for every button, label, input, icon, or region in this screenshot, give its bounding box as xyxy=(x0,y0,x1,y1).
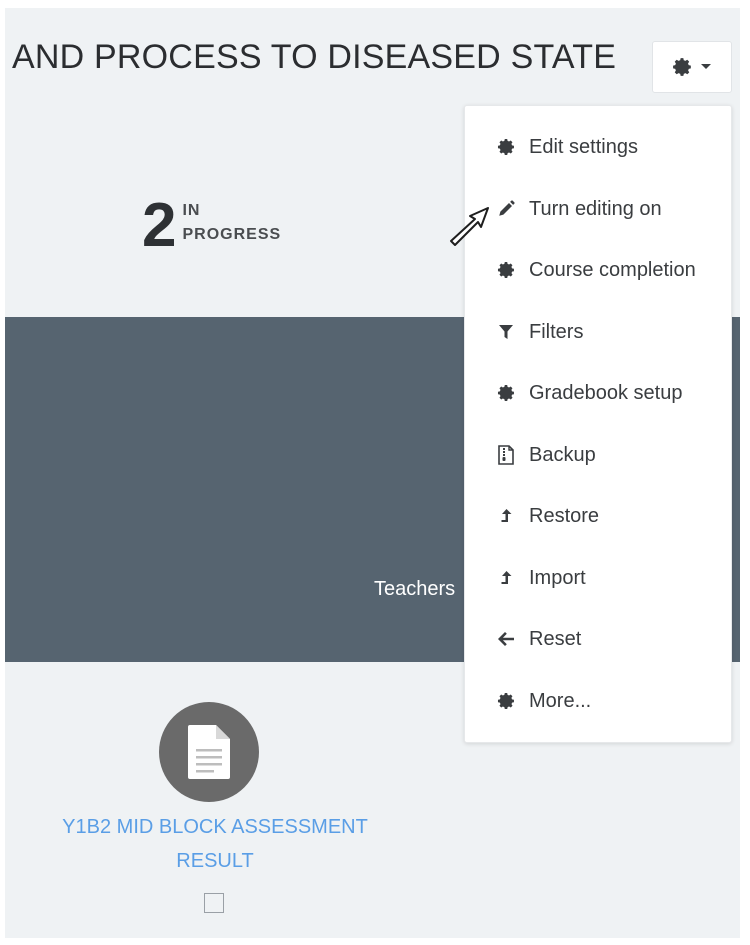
menu-item-reset[interactable]: Reset xyxy=(495,624,581,654)
in-progress-label-line2: PROGRESS xyxy=(182,226,282,243)
menu-item-backup[interactable]: Backup xyxy=(495,440,596,470)
file-archive-icon xyxy=(495,444,517,466)
menu-item-course-completion[interactable]: Course completion xyxy=(495,255,696,285)
gear-icon xyxy=(672,57,692,77)
completion-checkbox[interactable] xyxy=(204,893,224,913)
menu-item-label: Turn editing on xyxy=(529,197,662,220)
menu-item-label: Edit settings xyxy=(529,135,638,158)
menu-item-label: Gradebook setup xyxy=(529,381,683,404)
filter-icon xyxy=(495,321,517,343)
menu-item-label: Restore xyxy=(529,504,600,527)
menu-item-restore[interactable]: Restore xyxy=(495,501,599,531)
menu-item-label: Filters xyxy=(529,320,584,343)
upload-icon xyxy=(495,505,517,527)
banner-text: Teachers xyxy=(374,578,456,600)
activity-title-line1[interactable]: Y1B2 MID BLOCK ASSESSMENT xyxy=(40,810,390,844)
upload-icon xyxy=(495,567,517,589)
in-progress-label: IN PROGRESS xyxy=(182,199,281,247)
document-icon[interactable] xyxy=(159,702,259,802)
in-progress-count: 2 xyxy=(142,191,177,260)
arrow-left-icon xyxy=(495,628,517,650)
caret-down-icon xyxy=(700,63,712,71)
gear-icon xyxy=(495,136,517,158)
gear-icon xyxy=(495,259,517,281)
activity-link[interactable]: Y1B2 MID BLOCK ASSESSMENT RESULT xyxy=(40,810,390,878)
menu-item-label: More... xyxy=(529,689,592,712)
mouse-cursor-icon xyxy=(448,206,490,253)
gear-icon xyxy=(495,382,517,404)
menu-item-label: Backup xyxy=(529,443,596,466)
course-actions-menu: Edit settings Turn editing on Course com… xyxy=(464,105,732,743)
pencil-icon xyxy=(495,198,517,220)
menu-item-label: Import xyxy=(529,566,586,589)
menu-item-more[interactable]: More... xyxy=(495,686,591,716)
course-actions-button[interactable] xyxy=(652,41,732,93)
in-progress-stat: 2 IN PROGRESS xyxy=(142,195,281,257)
menu-item-import[interactable]: Import xyxy=(495,563,586,593)
menu-item-label: Course completion xyxy=(529,258,696,281)
page-title: AND PROCESS TO DISEASED STATE xyxy=(12,38,617,76)
in-progress-label-line1: IN xyxy=(182,202,201,219)
menu-item-turn-editing-on[interactable]: Turn editing on xyxy=(495,194,662,224)
activity-title-line2[interactable]: RESULT xyxy=(40,844,390,878)
menu-item-edit-settings[interactable]: Edit settings xyxy=(495,132,638,162)
menu-item-gradebook-setup[interactable]: Gradebook setup xyxy=(495,378,682,408)
gear-icon xyxy=(495,690,517,712)
menu-item-label: Reset xyxy=(529,627,582,650)
menu-item-filters[interactable]: Filters xyxy=(495,317,583,347)
